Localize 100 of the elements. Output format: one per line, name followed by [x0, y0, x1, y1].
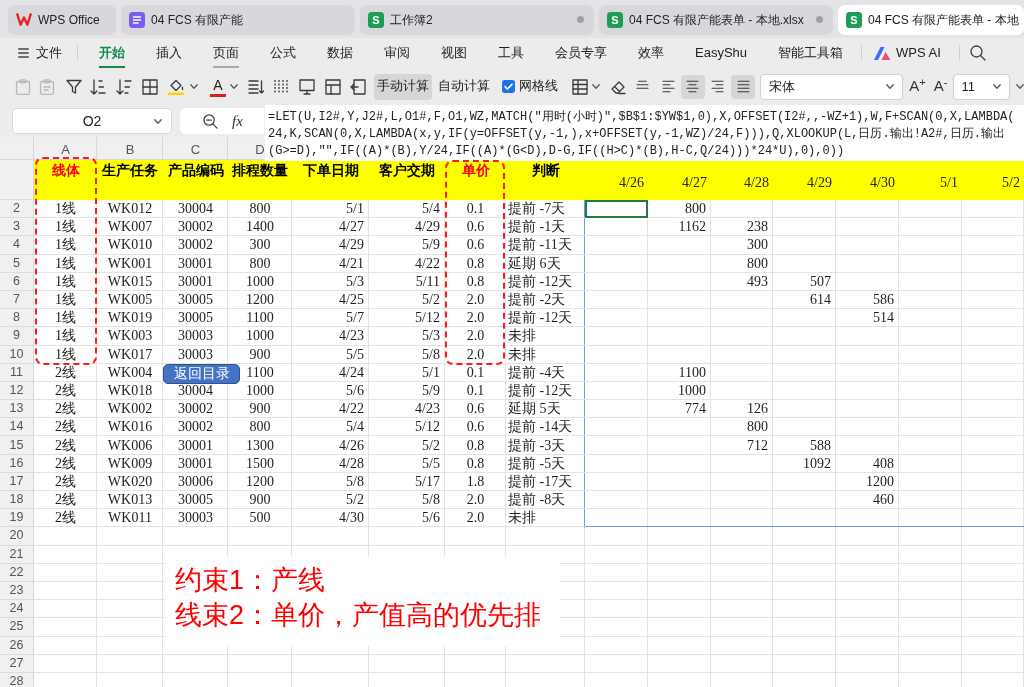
row-number[interactable]: 13: [9, 402, 24, 416]
tab[interactable]: S 04 FCS 有限产能表单 - 本地: [838, 4, 1024, 35]
chevron-down-icon[interactable]: [886, 84, 895, 89]
row-number[interactable]: 3: [13, 220, 20, 234]
row-number[interactable]: 27: [9, 656, 24, 670]
clipboard-icon[interactable]: [39, 78, 55, 95]
search-icon[interactable]: [969, 45, 986, 61]
zoom-out-icon[interactable]: [203, 113, 218, 129]
dotted-grid-icon[interactable]: [272, 78, 289, 95]
menu-tab[interactable]: 公式: [270, 38, 296, 68]
row-number[interactable]: 4: [13, 238, 20, 252]
table-cell: 0.1: [466, 365, 485, 380]
menu-tab[interactable]: 审阅: [384, 38, 410, 68]
row-number[interactable]: 22: [9, 565, 24, 579]
table-cell: 4/23: [339, 329, 364, 344]
menu-tab[interactable]: 视图: [441, 38, 467, 68]
menu-tab[interactable]: EasyShu: [695, 38, 748, 68]
row-number[interactable]: 17: [9, 474, 24, 488]
menu-tab[interactable]: 智能工具箱: [778, 38, 844, 68]
tab[interactable]: 04 FCS 有限产能: [121, 4, 355, 35]
row-number[interactable]: 20: [9, 529, 24, 543]
align-button[interactable]: [681, 74, 705, 99]
menu-tab[interactable]: 会员专享: [555, 38, 607, 68]
chevron-down-icon[interactable]: [1016, 84, 1024, 89]
table-cell: 1200: [246, 474, 274, 489]
table-icon[interactable]: [571, 78, 588, 95]
row-number[interactable]: 8: [13, 311, 20, 325]
tab[interactable]: WPS Office: [8, 4, 116, 35]
ai-button[interactable]: WPS AI: [874, 38, 941, 68]
sort-descending-icon[interactable]: [116, 78, 132, 95]
align-left-icon[interactable]: [661, 80, 675, 93]
table-cell: 30002: [178, 420, 213, 435]
row-number[interactable]: 21: [9, 547, 24, 561]
paint-bucket-icon[interactable]: [168, 78, 184, 95]
row-number[interactable]: 25: [9, 620, 24, 634]
file-menu[interactable]: 文件: [36, 38, 62, 68]
calc-mode-button[interactable]: 手动计算: [373, 73, 432, 100]
calc-mode-button[interactable]: 自动计算: [434, 73, 493, 100]
filter-icon[interactable]: [66, 78, 82, 95]
column-header[interactable]: B: [125, 140, 135, 156]
row-number[interactable]: 23: [9, 584, 24, 598]
clipboard-icon[interactable]: [15, 78, 31, 95]
table-cell: 0.6: [466, 238, 485, 253]
column-header[interactable]: D: [255, 140, 265, 156]
row-number[interactable]: 28: [9, 674, 24, 687]
menu-tab[interactable]: 工具: [498, 38, 524, 68]
align-right-icon[interactable]: [711, 80, 725, 93]
font-select[interactable]: 宋体: [760, 73, 904, 100]
menu-tab[interactable]: 插入: [156, 38, 182, 68]
row-number[interactable]: 5: [13, 256, 20, 270]
row-number[interactable]: 6: [13, 274, 20, 288]
column-title: 线体: [51, 164, 80, 178]
grid-icon[interactable]: [142, 78, 158, 95]
column-header[interactable]: C: [190, 140, 201, 156]
row-number[interactable]: 15: [9, 438, 24, 452]
font-color-button[interactable]: A: [210, 76, 226, 97]
formula-field[interactable]: =LET(U,I2#,Y,J2#,L,O1#,F,O1,WZ,MATCH("用时(小时)",$B$1:$YW$1,0),X,OFFSET(I2#,,-WZ+1),W,F+SCAN(0,X,LAMBDA( 24,K,SCAN(0,X,LAMBDA(x,y,IF(y=OFFSET(y,-1,),x+OFFSET(y,-1,WZ)/24,F))),Q,XLOOKUP(L,日历.输出!A2#,日历.输出 (G>=D),"",IF((A)*(B),Y/24,IF((A)*(G<D),D-G,IF((H>C)*(B),H-C,Q/24)))*24*U),0),0)): [265, 105, 1024, 161]
name-box[interactable]: O2: [12, 108, 172, 134]
tab[interactable]: S 04 FCS 有限产能表单 - 本地.xlsx: [599, 4, 833, 35]
align-center-icon[interactable]: [686, 80, 700, 93]
row-number[interactable]: 19: [9, 511, 24, 525]
checkbox[interactable]: [501, 80, 515, 93]
row-number[interactable]: 2: [13, 202, 20, 216]
align-justify-icon[interactable]: [736, 80, 750, 93]
lines-arrow-icon[interactable]: [247, 78, 264, 95]
tab[interactable]: S 工作簿2: [360, 4, 594, 35]
chevron-down-icon[interactable]: [993, 84, 1001, 89]
column-title: 判断: [531, 164, 560, 178]
row-number[interactable]: 7: [13, 293, 20, 307]
chevron-down-icon[interactable]: [591, 84, 600, 89]
table-icon[interactable]: [324, 78, 341, 95]
chevron-down-icon[interactable]: [229, 84, 238, 89]
table-cell: 未排: [508, 329, 536, 344]
sort-ascending-icon[interactable]: [90, 78, 106, 95]
monitor-icon[interactable]: [298, 78, 315, 95]
menu-tab[interactable]: 数据: [327, 38, 353, 68]
row-number[interactable]: 26: [9, 638, 24, 652]
gridlines-checkbox[interactable]: 网格线: [501, 77, 558, 96]
row-number[interactable]: 16: [9, 456, 24, 470]
grow-font-button[interactable]: A$^{+}$: [909, 75, 926, 98]
row-number[interactable]: 10: [9, 347, 24, 361]
shrink-font-button[interactable]: A$^{-}$: [933, 75, 948, 98]
menu-tab[interactable]: 效率: [638, 38, 664, 68]
menu-icon[interactable]: [18, 48, 29, 58]
row-number[interactable]: 11: [10, 365, 23, 379]
align-button[interactable]: [731, 74, 756, 99]
row-number[interactable]: 24: [9, 602, 24, 616]
row-number[interactable]: 12: [9, 383, 24, 397]
return-button[interactable]: 返回目录: [163, 364, 240, 384]
selected-cell[interactable]: [585, 200, 648, 219]
table-cell: 5/9: [422, 383, 440, 398]
function-button[interactable]: fx: [232, 109, 243, 133]
row-number[interactable]: 9: [13, 329, 20, 343]
row-number[interactable]: 14: [9, 420, 24, 434]
row-number[interactable]: 18: [9, 493, 24, 507]
font-size-select[interactable]: 11: [952, 73, 1010, 100]
arrow-box-icon[interactable]: [349, 78, 366, 95]
chevron-down-icon[interactable]: [154, 119, 162, 124]
chevron-down-icon[interactable]: [190, 84, 198, 89]
column-header[interactable]: A: [61, 140, 70, 156]
